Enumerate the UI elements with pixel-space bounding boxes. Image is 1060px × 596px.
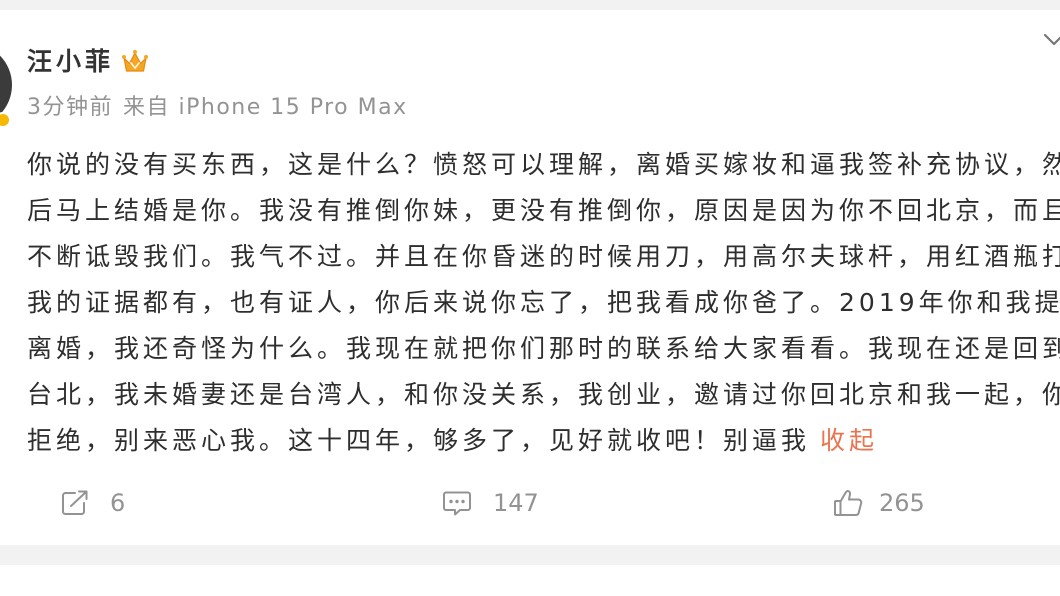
- post-source: 来自 iPhone 15 Pro Max: [123, 95, 408, 120]
- comment-count: 147: [493, 489, 539, 517]
- avatar-badge: [0, 112, 11, 128]
- post-text-line-content: 拒绝，别来恶心我。这十四年，够多了，见好就收吧！别逼我: [27, 426, 811, 455]
- collapse-link[interactable]: 收起: [820, 426, 878, 455]
- post-meta: 3分钟前 来自 iPhone 15 Pro Max: [27, 94, 408, 122]
- like-button[interactable]: 265: [832, 486, 925, 520]
- post-text-line: 我的证据都有，也有证人，你后来说你忘了，把我看成你爸了。2019年你和我提: [27, 288, 1060, 317]
- like-icon[interactable]: [832, 488, 864, 518]
- post-text-line-last: 拒绝，别来恶心我。这十四年，够多了，见好就收吧！别逼我 收起: [27, 418, 1060, 464]
- post-text-line: 后马上结婚是你。我没有推倒你妹，更没有推倒你，原因是因为你不回北京，而且: [27, 196, 1060, 225]
- vip-crown-icon[interactable]: [121, 49, 149, 75]
- repost-button[interactable]: 6: [60, 486, 125, 520]
- post-text-line: 不断诋毁我们。我气不过。并且在你昏迷的时候用刀，用高尔夫球杆，用红酒瓶打: [27, 242, 1060, 271]
- comment-icon[interactable]: [441, 489, 473, 517]
- post-card: 汪小菲 3分钟前 来自 iPhone 15 Pro Max 你说的没有买东西，这是…: [0, 10, 1060, 545]
- next-post-card: [0, 565, 1060, 596]
- post-text-line: 台北，我未婚妻还是台湾人，和你没关系，我创业，邀请过你回北京和我一起，你: [27, 380, 1060, 409]
- like-count: 265: [879, 489, 925, 517]
- post-time[interactable]: 3分钟前: [27, 95, 113, 120]
- post-text-line: 你说的没有买东西，这是什么？愤怒可以理解，离婚买嫁妆和逼我签补充协议，然: [27, 150, 1060, 179]
- post-text-line: 离婚，我还奇怪为什么。我现在就把你们那时的联系给大家看看。我现在还是回到: [27, 334, 1060, 363]
- repost-icon[interactable]: [60, 489, 90, 517]
- author-name[interactable]: 汪小菲: [27, 47, 114, 77]
- chevron-down-icon[interactable]: [1042, 32, 1060, 48]
- repost-count: 6: [110, 489, 126, 517]
- post-text: 你说的没有买东西，这是什么？愤怒可以理解，离婚买嫁妆和逼我签补充协议，然 后马上…: [27, 142, 1060, 464]
- comment-button[interactable]: 147: [441, 486, 539, 520]
